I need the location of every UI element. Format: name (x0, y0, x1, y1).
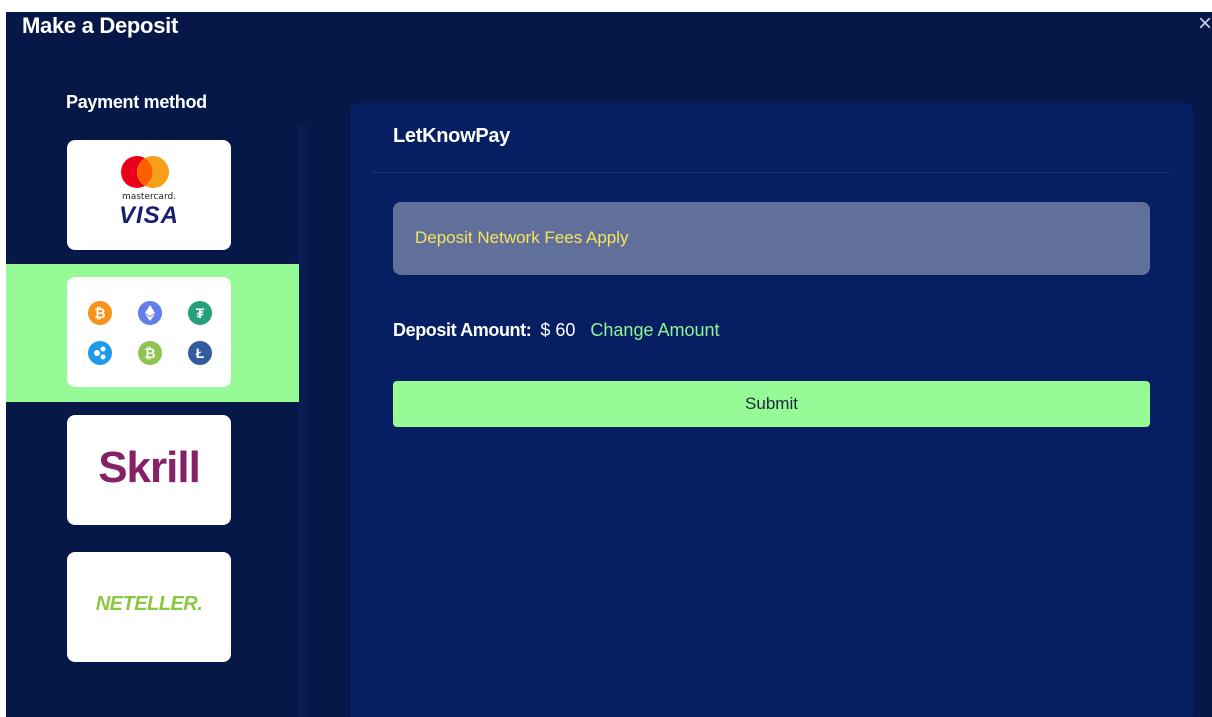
payment-method-neteller[interactable]: NETELLER. (67, 552, 231, 662)
payment-method-card[interactable]: mastercard. VISA (67, 140, 231, 250)
deposit-amount-row: Deposit Amount: $ 60 Change Amount (393, 320, 720, 341)
panel-title: LetKnowPay (393, 125, 511, 147)
close-icon[interactable]: × (1198, 12, 1212, 36)
tether-icon: ₮ (188, 301, 212, 325)
change-amount-link[interactable]: Change Amount (590, 320, 719, 340)
fees-notice: Deposit Network Fees Apply (393, 202, 1150, 275)
modal-title: Make a Deposit (22, 13, 178, 38)
fees-notice-text: Deposit Network Fees Apply (415, 228, 629, 247)
litecoin-icon: Ł (188, 341, 212, 365)
payment-method-label: Payment method (66, 92, 207, 112)
sidebar-scrollbar[interactable] (298, 126, 308, 717)
deposit-amount-value: $ 60 (540, 320, 576, 340)
mastercard-wordmark: mastercard. (121, 192, 177, 202)
mastercard-logo (121, 156, 169, 188)
ripple-icon (88, 341, 112, 365)
bitcoin-icon: ₿ (88, 301, 112, 325)
payment-method-skrill[interactable]: Skrill (67, 415, 231, 525)
payment-method-crypto[interactable]: ₿ ₮ ₿ Ł (67, 277, 231, 387)
panel-divider (372, 172, 1170, 173)
submit-button[interactable]: Submit (393, 381, 1150, 427)
crypto-coins: ₿ ₮ ₿ Ł (80, 293, 220, 373)
payment-panel: LetKnowPay Deposit Network Fees Apply De… (350, 103, 1193, 717)
neteller-logo: NETELLER. (95, 593, 203, 615)
visa-wordmark: VISA (118, 202, 179, 229)
skrill-logo: Skrill (98, 443, 201, 492)
deposit-modal: Make a Deposit × Payment method masterca… (6, 12, 1212, 717)
ethereum-icon (138, 301, 162, 325)
deposit-amount-label: Deposit Amount: (393, 320, 532, 340)
bitcoin-cash-icon: ₿ (138, 341, 162, 365)
